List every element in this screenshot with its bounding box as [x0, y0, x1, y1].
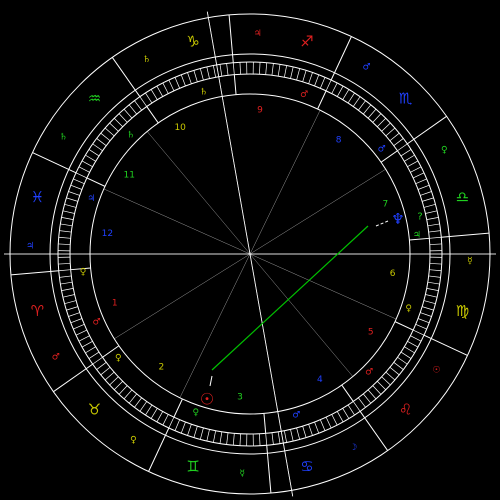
house-ruler-icon: ♄	[127, 131, 135, 141]
sign-aquarius-icon: ♒	[88, 89, 101, 107]
sign-sagittarius-icon: ♐	[300, 32, 313, 50]
chart-background	[0, 0, 500, 500]
sign-ruler-virgo-icon: ☿	[467, 257, 473, 267]
house-10-label: 10	[174, 123, 186, 133]
house-ruler-icon: ♀	[405, 304, 412, 314]
house-4-label: 4	[317, 375, 323, 385]
planet-neptune-icon: ♆	[391, 210, 404, 228]
unknown-point-icon: ?	[417, 212, 422, 223]
sign-ruler-aries-icon: ♂	[52, 352, 60, 362]
house-ruler-icon: ♀	[193, 408, 200, 418]
sign-libra-icon: ♎	[456, 188, 469, 206]
house-ruler-icon: ♃	[87, 194, 95, 204]
sign-ruler-scorpio-icon: ♂	[363, 62, 371, 72]
house-ruler-icon: ♃	[413, 230, 421, 240]
house-11-label: 11	[124, 171, 135, 181]
house-5-label: 5	[368, 327, 374, 337]
house-9-label: 9	[257, 105, 263, 115]
natal-chart: ♈ ♂ ♉ ♀ ♊ ☿ ♋ ☽ ♌ ☉ ♍ ☿ ♎ ♀ ♏ ♂ ♐ ♃ ♑ ♄ ♒ ♄ ♓ ♃ 1 2 3 4 5 6 7 8 9 10 11 12…	[0, 0, 500, 500]
house-2-label: 2	[158, 362, 164, 372]
sign-scorpio-icon: ♏	[399, 89, 413, 107]
chart-wheel: ♈♂♉♀♊ ☿ ♋☽♌☉♍☿♎♀♏♂♐♃♑♄♒♄♓♃ 123456789101112…	[0, 0, 500, 500]
sign-ruler-gemini-icon: ☿	[240, 469, 246, 479]
sign-ruler-cancer-icon: ☽	[349, 443, 357, 453]
house-1-label: 1	[112, 298, 118, 308]
sign-ruler-capricorn-icon: ♄	[143, 55, 151, 65]
sign-ruler-libra-icon: ♀	[441, 146, 448, 156]
sign-aries-icon: ♈	[31, 302, 44, 320]
sign-leo-icon: ♌	[399, 401, 412, 419]
house-8-label: 8	[336, 136, 342, 146]
sign-virgo-icon: ♍	[456, 302, 469, 320]
house-ruler-icon: ♀	[80, 268, 87, 278]
sign-ruler-sagittarius-icon: ♃	[254, 29, 262, 39]
sign-capricorn-icon: ♑	[186, 32, 199, 50]
planet-sun-icon: ☉	[200, 390, 214, 409]
sign-ruler-aquarius-icon: ♄	[59, 132, 67, 142]
sign-taurus-icon: ♉	[88, 401, 101, 419]
house-ruler-icon: ♂	[300, 90, 308, 100]
house-ruler-icon: ♂	[92, 317, 100, 327]
sign-pisces-icon: ♓	[31, 188, 44, 206]
house-12-label: 12	[102, 229, 113, 239]
house-ruler-icon: ♂	[292, 410, 300, 420]
sign-cancer-icon: ♋	[300, 458, 313, 476]
sign-ruler-taurus-icon: ♀	[130, 436, 137, 446]
house-ruler-icon: ♂	[378, 145, 386, 155]
house-ruler-icon: ♄	[200, 88, 208, 98]
house-ruler-icon: ♂	[365, 367, 373, 377]
house-ruler-icon: ♀	[115, 353, 122, 363]
house-6-label: 6	[390, 269, 396, 279]
sign-ruler-leo-icon: ☉	[433, 366, 441, 376]
house-3-label: 3	[237, 393, 243, 403]
house-7-label: 7	[382, 200, 388, 210]
sign-ruler-pisces-icon: ♃	[26, 241, 34, 251]
sign-gemini-icon: ♊	[186, 458, 199, 476]
